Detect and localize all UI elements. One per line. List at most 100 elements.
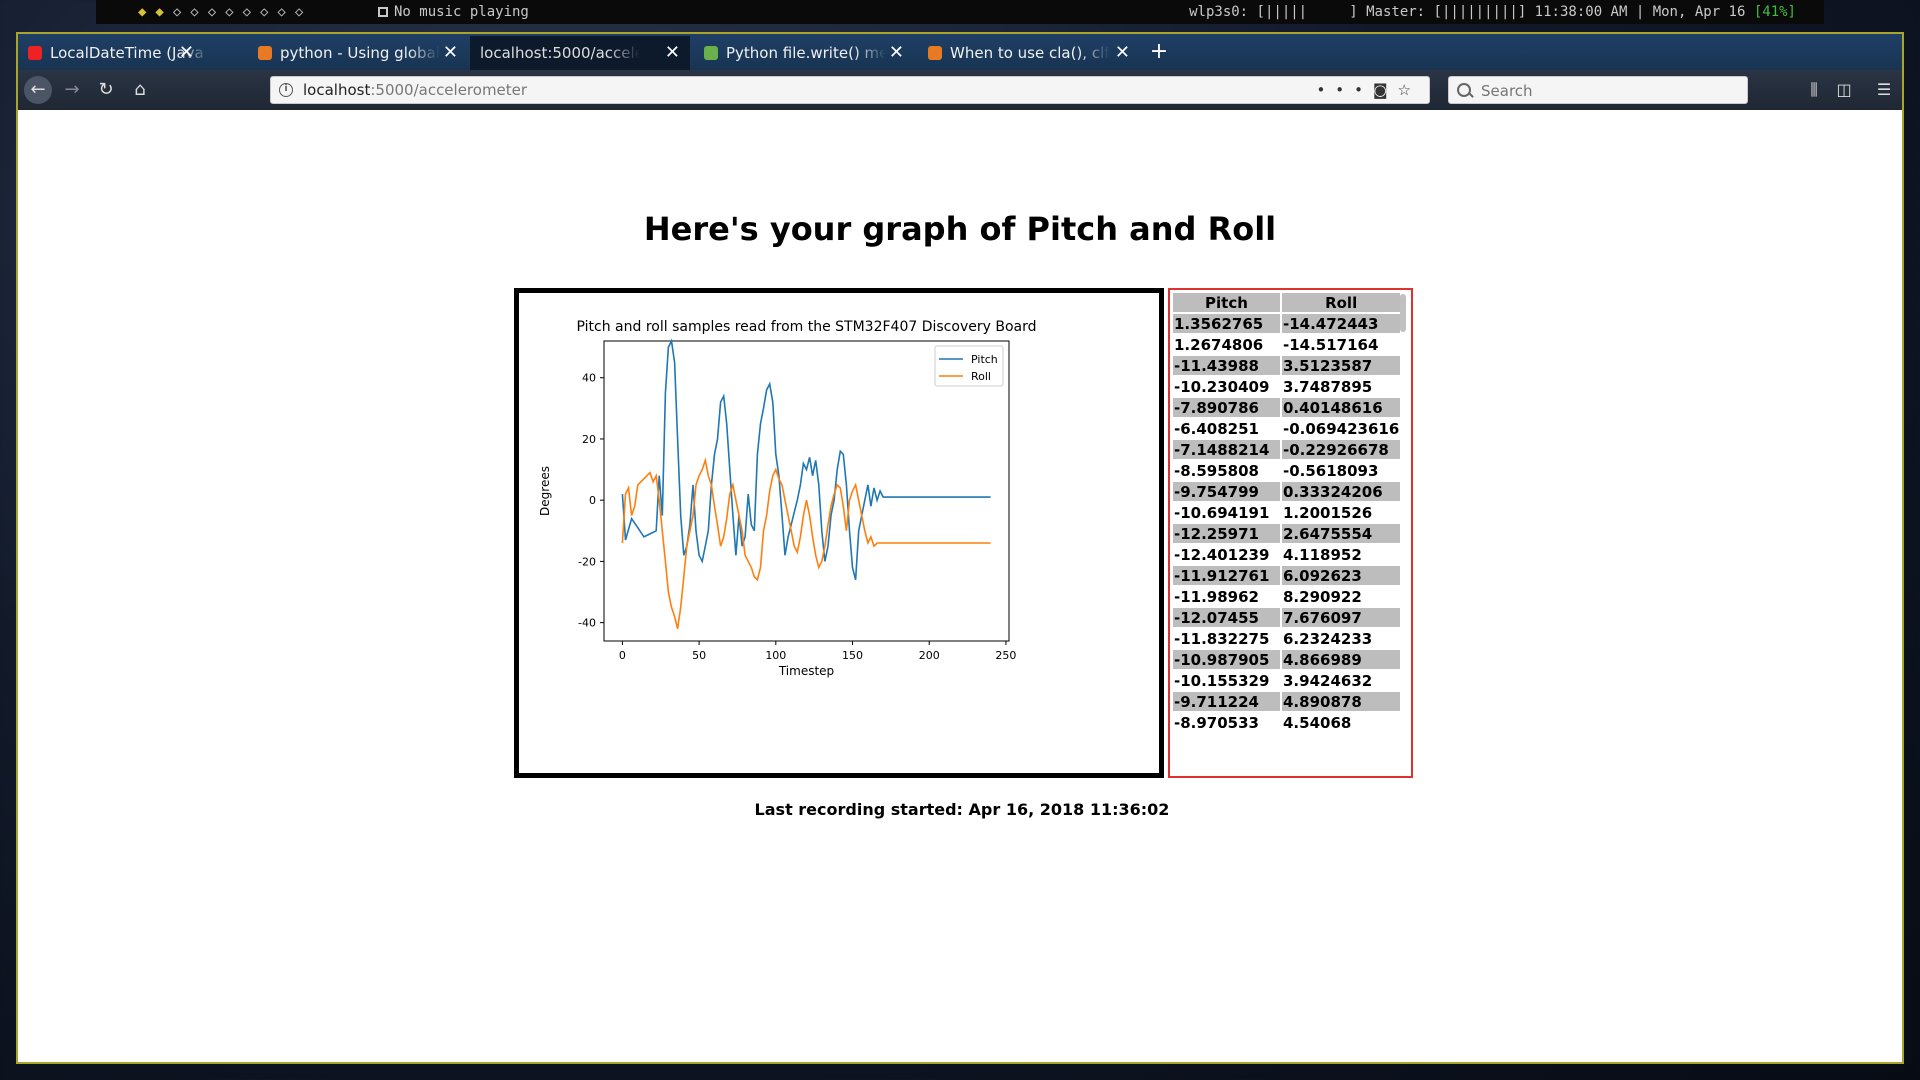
pitch-cell: -9.711224 (1173, 692, 1280, 711)
close-icon[interactable]: ✕ (889, 36, 904, 70)
system-status-text: wlp3s0: [||||| ] Master: [|||||||||] 11:… (1189, 4, 1754, 20)
tab-python-file-write[interactable]: Python file.write() metho✕ (694, 36, 914, 70)
pitch-cell: -11.912761 (1173, 566, 1280, 585)
workspace-indicators[interactable]: ◆◆◇◇◇◇◇◇◇◇ (138, 0, 312, 24)
sidebar-icon[interactable]: ◫ (1830, 76, 1858, 104)
pitch-cell: -10.155329 (1174, 671, 1270, 690)
table-row: 1.2674806 -14.517164 (1173, 335, 1400, 354)
home-button[interactable]: ⌂ (126, 76, 154, 104)
legend-label-pitch: Pitch (971, 353, 998, 366)
battery-level: [41%] (1753, 4, 1796, 20)
new-tab-button[interactable]: + (1144, 36, 1174, 68)
roll-cell: 0.40148616 (1282, 398, 1401, 417)
pocket-icon[interactable]: ◙ (1373, 81, 1398, 99)
music-status: No music playing (378, 0, 529, 24)
search-input[interactable] (1479, 79, 1733, 103)
search-bar[interactable] (1448, 76, 1748, 104)
site-info-icon[interactable]: i (279, 83, 293, 97)
x-axis-label: Timestep (778, 664, 834, 678)
roll-cell: -14.517164 (1283, 335, 1379, 354)
page-title: Here's your graph of Pitch and Roll (643, 210, 1277, 248)
table-row: -7.890786 0.40148616 (1173, 398, 1401, 417)
table-row: -11.912761 6.092623 (1173, 566, 1401, 585)
chart-frame: Pitch and roll samples read from the STM… (514, 288, 1164, 778)
roll-header: Roll (1282, 293, 1401, 312)
back-button[interactable]: ← (24, 76, 52, 104)
url-text[interactable]: localhost:5000/accelerometer (303, 77, 527, 103)
series-line-roll (621, 457, 991, 629)
page-content: Here's your graph of Pitch and Roll Pitc… (18, 110, 1902, 1062)
table-row: -9.754799 0.33324206 (1173, 482, 1401, 501)
tab-accelerometer[interactable]: localhost:5000/acceleromet ✕ (470, 36, 690, 70)
page-actions-icon[interactable]: ••• (1316, 81, 1373, 99)
search-icon (1457, 83, 1471, 97)
nav-bar: ← → ↻ ⌂ i localhost:5000/accelerometer •… (18, 70, 1902, 110)
url-path: :5000/accelerometer (370, 81, 528, 99)
table-header-row: Pitch Roll (1173, 293, 1401, 312)
roll-cell: 0.33324206 (1282, 482, 1401, 501)
table-row: -10.230409 3.7487895 (1173, 377, 1400, 396)
table-row: -11.832275 6.2324233 (1173, 629, 1400, 648)
tab-python-global[interactable]: python - Using global var✕ (248, 36, 468, 70)
tab-localdatetime[interactable]: LocalDateTime (Java Platf✕ (18, 36, 204, 70)
roll-cell: 3.7487895 (1283, 377, 1373, 396)
roll-cell: 6.2324233 (1283, 629, 1373, 648)
x-tick-label: 0 (619, 649, 626, 662)
pitch-cell: -8.595808 (1174, 461, 1259, 480)
reload-button[interactable]: ↻ (92, 76, 120, 104)
y-tick-label: 0 (589, 494, 596, 507)
pitch-roll-chart: Pitch and roll samples read from the STM… (538, 319, 1036, 678)
recording-caption: Last recording started: Apr 16, 2018 11:… (754, 800, 1170, 819)
system-status: wlp3s0: [||||| ] Master: [|||||||||] 11:… (1189, 0, 1796, 24)
roll-cell: 3.5123587 (1282, 356, 1401, 375)
table-row: -12.07455 7.676097 (1173, 608, 1401, 627)
roll-cell: 3.9424632 (1283, 671, 1373, 690)
table-row: 1.3562765 -14.472443 (1173, 314, 1401, 333)
music-text: No music playing (394, 4, 529, 20)
x-tick-label: 200 (919, 649, 940, 662)
x-tick-label: 150 (842, 649, 863, 662)
x-tick-label: 100 (765, 649, 786, 662)
table-row: -11.98962 8.290922 (1173, 587, 1400, 606)
tab-matplotlib-cla[interactable]: When to use cla(), clf() o ✕ (918, 36, 1140, 70)
pitch-cell: -10.987905 (1173, 650, 1280, 669)
pitch-cell: -12.401239 (1174, 545, 1270, 564)
roll-cell: 1.2001526 (1283, 503, 1373, 522)
menu-icon[interactable]: ☰ (1870, 76, 1898, 104)
pitch-cell: -6.408251 (1174, 419, 1259, 438)
tab-label: When to use cla(), clf() o (950, 44, 1110, 62)
url-host: localhost (303, 81, 371, 99)
pitch-roll-table: Pitch Roll 1.3562765 -14.472443 1.2674806-… (1171, 291, 1402, 734)
y-tick-label: -20 (578, 555, 596, 568)
roll-cell: -0.069423616 (1283, 419, 1400, 438)
browser-window: LocalDateTime (Java Platf✕ python - Usin… (16, 32, 1904, 1064)
roll-cell: 4.866989 (1282, 650, 1401, 669)
table-row: -12.25971 2.6475554 (1173, 524, 1401, 543)
library-icon[interactable]: ⫼ (1800, 76, 1828, 104)
table-row: -6.408251 -0.069423616 (1173, 419, 1400, 438)
y-tick-label: 40 (582, 372, 596, 385)
legend-label-roll: Roll (971, 370, 991, 383)
tab-bar: LocalDateTime (Java Platf✕ python - Usin… (18, 34, 1902, 70)
roll-cell: 4.118952 (1283, 545, 1362, 564)
table-row: -8.970533 4.54068 (1173, 713, 1400, 732)
bookmark-star-icon[interactable]: ☆ (1398, 81, 1421, 99)
stop-icon (378, 7, 388, 17)
roll-cell: -14.472443 (1282, 314, 1401, 333)
pitch-cell: -11.43988 (1173, 356, 1280, 375)
close-icon[interactable]: ✕ (665, 36, 680, 70)
pitch-cell: -11.98962 (1174, 587, 1259, 606)
url-actions: •••◙☆ (1316, 77, 1421, 103)
url-bar[interactable]: i localhost:5000/accelerometer •••◙☆ (270, 76, 1430, 104)
close-icon[interactable]: ✕ (443, 36, 458, 70)
table-row: -12.401239 4.118952 (1173, 545, 1400, 564)
roll-cell: 8.290922 (1283, 587, 1362, 606)
roll-cell: -0.5618093 (1283, 461, 1379, 480)
close-icon[interactable]: ✕ (179, 36, 194, 70)
close-icon[interactable]: ✕ (1115, 36, 1130, 70)
tab-label: localhost:5000/acceleromet (480, 44, 640, 62)
forward-button[interactable]: → (58, 76, 86, 104)
pitch-cell: -7.890786 (1173, 398, 1280, 417)
table-scrollbar[interactable] (1400, 294, 1406, 332)
data-table-frame[interactable]: Pitch Roll 1.3562765 -14.472443 1.2674806-… (1168, 288, 1413, 778)
